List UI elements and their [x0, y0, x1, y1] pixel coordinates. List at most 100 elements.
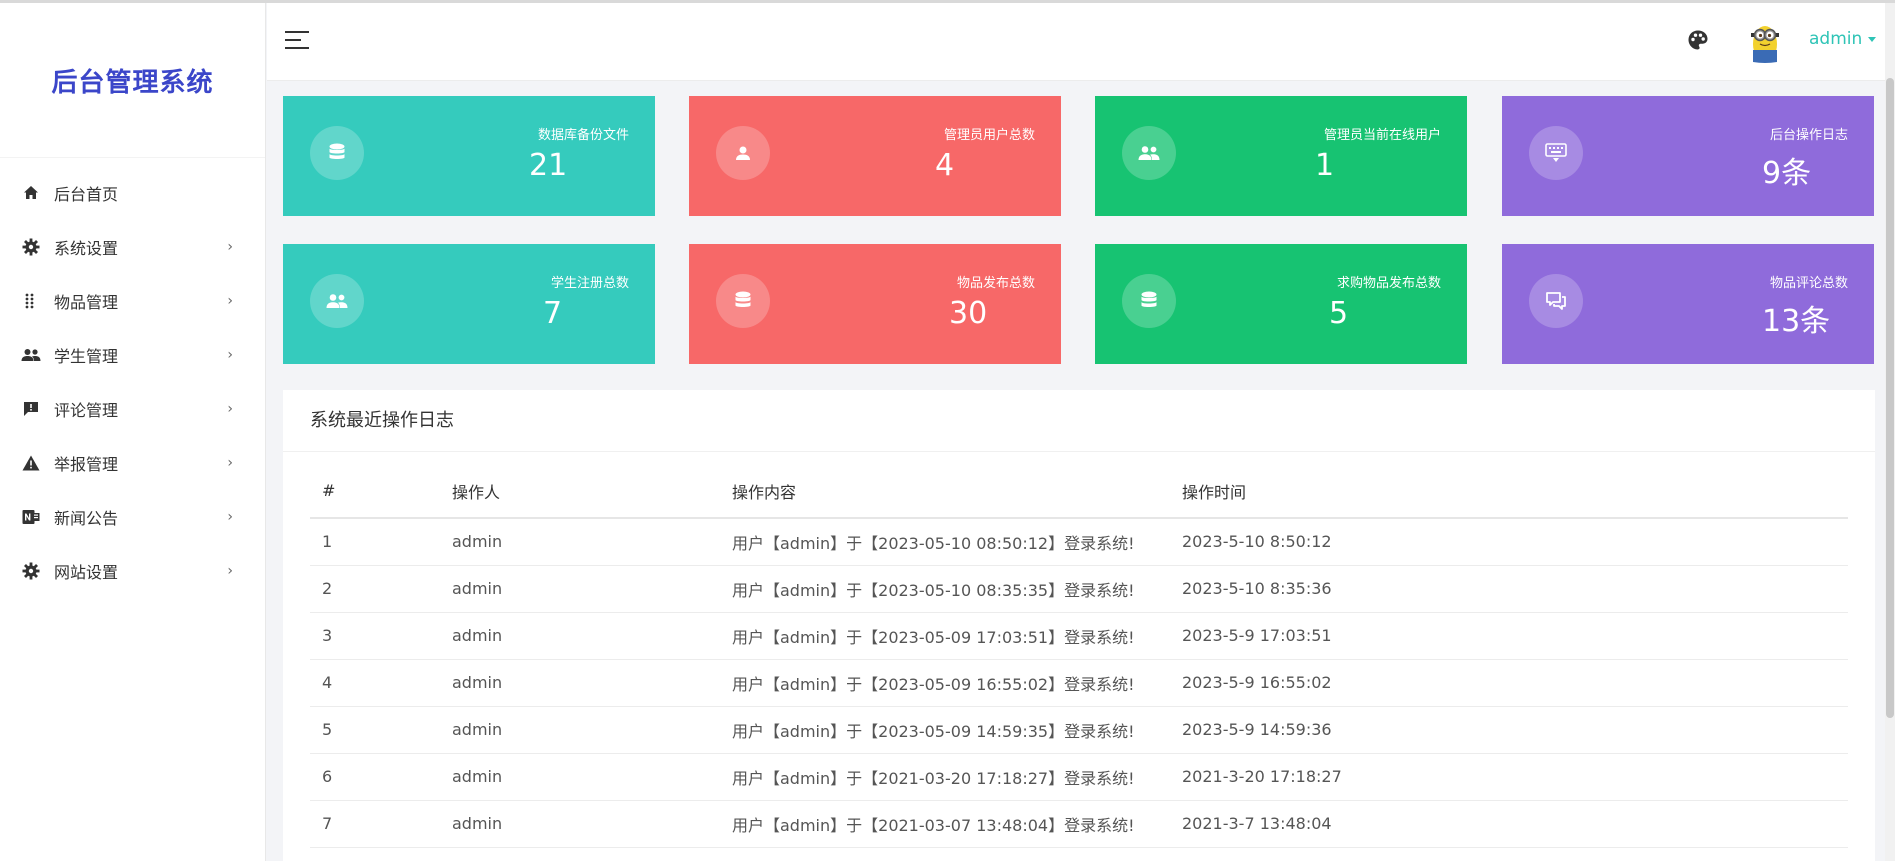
gear-icon [20, 560, 42, 582]
sidebar-item-news[interactable]: 新闻公告 › [0, 490, 265, 544]
operation-log-table: # 操作人 操作内容 操作时间 1 admin 用户【admin】于【2023-… [310, 464, 1848, 848]
cell-content: 用户【admin】于【2023-05-10 08:35:35】登录系统! [720, 565, 1170, 613]
cell-time: 2021-3-7 13:48:04 [1170, 800, 1848, 848]
sidebar-item-label: 系统设置 [54, 239, 119, 258]
cell-content: 用户【admin】于【2023-05-09 17:03:51】登录系统! [720, 612, 1170, 660]
cell-content: 用户【admin】于【2023-05-09 14:59:35】登录系统! [720, 706, 1170, 754]
cell-content: 用户【admin】于【2023-05-10 08:50:12】登录系统! [720, 518, 1170, 566]
stat-card-db-backups[interactable]: 数据库备份文件 21 [283, 96, 655, 216]
cell-content: 用户【admin】于【2021-03-07 13:48:04】登录系统! [720, 800, 1170, 848]
cell-content: 用户【admin】于【2023-05-09 16:55:02】登录系统! [720, 659, 1170, 707]
cell-index: 7 [310, 800, 440, 848]
avatar[interactable] [1745, 20, 1785, 64]
cell-index: 2 [310, 565, 440, 613]
sidebar-menu: 后台首页 系统设置 › 物品管理 › 学生管理 › 评论管理 › 举报管理 › … [0, 158, 265, 598]
scrollbar-thumb[interactable] [1886, 78, 1894, 718]
top-header: admin [267, 3, 1895, 81]
cell-operator: admin [440, 800, 720, 848]
brand-title: 后台管理系统 [51, 67, 214, 98]
sidebar: 后台管理系统 后台首页 系统设置 › 物品管理 › 学生管理 › 评论管理 › … [0, 3, 266, 861]
comment-alert-icon [20, 398, 42, 420]
cell-operator: admin [440, 659, 720, 707]
stat-card-student-registrations[interactable]: 学生注册总数 7 [283, 244, 655, 364]
cell-index: 6 [310, 753, 440, 801]
column-header: # [310, 464, 440, 519]
stat-card-value: 4 [935, 148, 955, 183]
stat-card-value: 5 [1329, 296, 1349, 331]
chevron-right-icon: › [227, 239, 233, 255]
username-label: admin [1809, 29, 1863, 49]
stat-card-value: 9条 [1762, 156, 1812, 191]
chevron-right-icon: › [227, 509, 233, 525]
sidebar-item-label: 新闻公告 [54, 509, 119, 528]
chevron-right-icon: › [227, 293, 233, 309]
sidebar-item-students[interactable]: 学生管理 › [0, 328, 265, 382]
table-row: 3 admin 用户【admin】于【2023-05-09 17:03:51】登… [310, 612, 1848, 660]
cell-index: 5 [310, 706, 440, 754]
panel-title: 系统最近操作日志 [283, 390, 1875, 452]
stat-card-admin-total[interactable]: 管理员用户总数 4 [689, 96, 1061, 216]
cell-time: 2023-5-10 8:50:12 [1170, 518, 1848, 566]
menu-toggle-icon[interactable] [285, 31, 309, 51]
cell-operator: admin [440, 753, 720, 801]
sidebar-item-dashboard[interactable]: 后台首页 [0, 166, 265, 220]
stat-card-label: 数据库备份文件 [537, 128, 629, 143]
table-header-row: # 操作人 操作内容 操作时间 [310, 464, 1848, 519]
sidebar-item-items[interactable]: 物品管理 › [0, 274, 265, 328]
warning-icon [20, 452, 42, 474]
table-row: 1 admin 用户【admin】于【2023-05-10 08:50:12】登… [310, 518, 1848, 566]
cell-operator: admin [440, 706, 720, 754]
database-icon [1122, 274, 1176, 328]
stat-card-value: 21 [529, 148, 568, 183]
column-header: 操作人 [440, 464, 720, 519]
sidebar-item-label: 评论管理 [54, 401, 119, 420]
stat-card-value: 30 [949, 296, 988, 331]
sidebar-item-label: 学生管理 [54, 347, 119, 366]
stat-card-label: 后台操作日志 [1769, 128, 1848, 143]
table-row: 5 admin 用户【admin】于【2023-05-09 14:59:35】登… [310, 706, 1848, 754]
chevron-right-icon: › [227, 455, 233, 471]
database-icon [310, 126, 364, 180]
stat-card-label: 管理员当前在线用户 [1323, 128, 1441, 143]
database-icon [716, 274, 770, 328]
page-scrollbar[interactable] [1885, 3, 1895, 861]
cell-time: 2023-5-10 8:35:36 [1170, 565, 1848, 613]
sidebar-item-site-settings[interactable]: 网站设置 › [0, 544, 265, 598]
stat-card-operation-logs[interactable]: 后台操作日志 9条 [1502, 96, 1874, 216]
sidebar-item-system-settings[interactable]: 系统设置 › [0, 220, 265, 274]
table-row: 2 admin 用户【admin】于【2023-05-10 08:35:35】登… [310, 565, 1848, 613]
table-row: 7 admin 用户【admin】于【2021-03-07 13:48:04】登… [310, 800, 1848, 848]
sidebar-item-comments[interactable]: 评论管理 › [0, 382, 265, 436]
sidebar-item-reports[interactable]: 举报管理 › [0, 436, 265, 490]
sidebar-item-label: 网站设置 [54, 563, 119, 582]
stat-card-label: 管理员用户总数 [943, 128, 1035, 143]
stat-card-items-published[interactable]: 物品发布总数 30 [689, 244, 1061, 364]
column-header: 操作时间 [1170, 464, 1848, 519]
news-icon [20, 506, 42, 528]
cell-time: 2023-5-9 17:03:51 [1170, 612, 1848, 660]
users-icon [20, 344, 42, 366]
stat-card-wanted-items[interactable]: 求购物品发布总数 5 [1095, 244, 1467, 364]
caret-down-icon [1868, 36, 1877, 42]
home-icon [20, 182, 42, 204]
cell-content: 用户【admin】于【2021-03-20 17:18:27】登录系统! [720, 753, 1170, 801]
cell-operator: admin [440, 565, 720, 613]
user-menu-dropdown[interactable]: admin [1809, 29, 1877, 49]
sidebar-item-label: 举报管理 [54, 455, 119, 474]
cell-operator: admin [440, 518, 720, 566]
brand: 后台管理系统 [0, 3, 265, 158]
stat-card-label: 求购物品发布总数 [1336, 276, 1441, 291]
gear-icon [20, 236, 42, 258]
stat-card-value: 13条 [1762, 304, 1831, 339]
palette-icon[interactable] [1687, 29, 1711, 53]
cell-operator: admin [440, 612, 720, 660]
cell-index: 3 [310, 612, 440, 660]
stat-card-value: 7 [543, 296, 563, 331]
stat-card-item-comments[interactable]: 物品评论总数 13条 [1502, 244, 1874, 364]
stat-card-admin-online[interactable]: 管理员当前在线用户 1 [1095, 96, 1467, 216]
table-row: 6 admin 用户【admin】于【2021-03-20 17:18:27】登… [310, 753, 1848, 801]
stat-card-label: 学生注册总数 [550, 276, 629, 291]
keyboard-icon [1529, 126, 1583, 180]
grid-dots-icon [20, 290, 42, 312]
cell-index: 4 [310, 659, 440, 707]
